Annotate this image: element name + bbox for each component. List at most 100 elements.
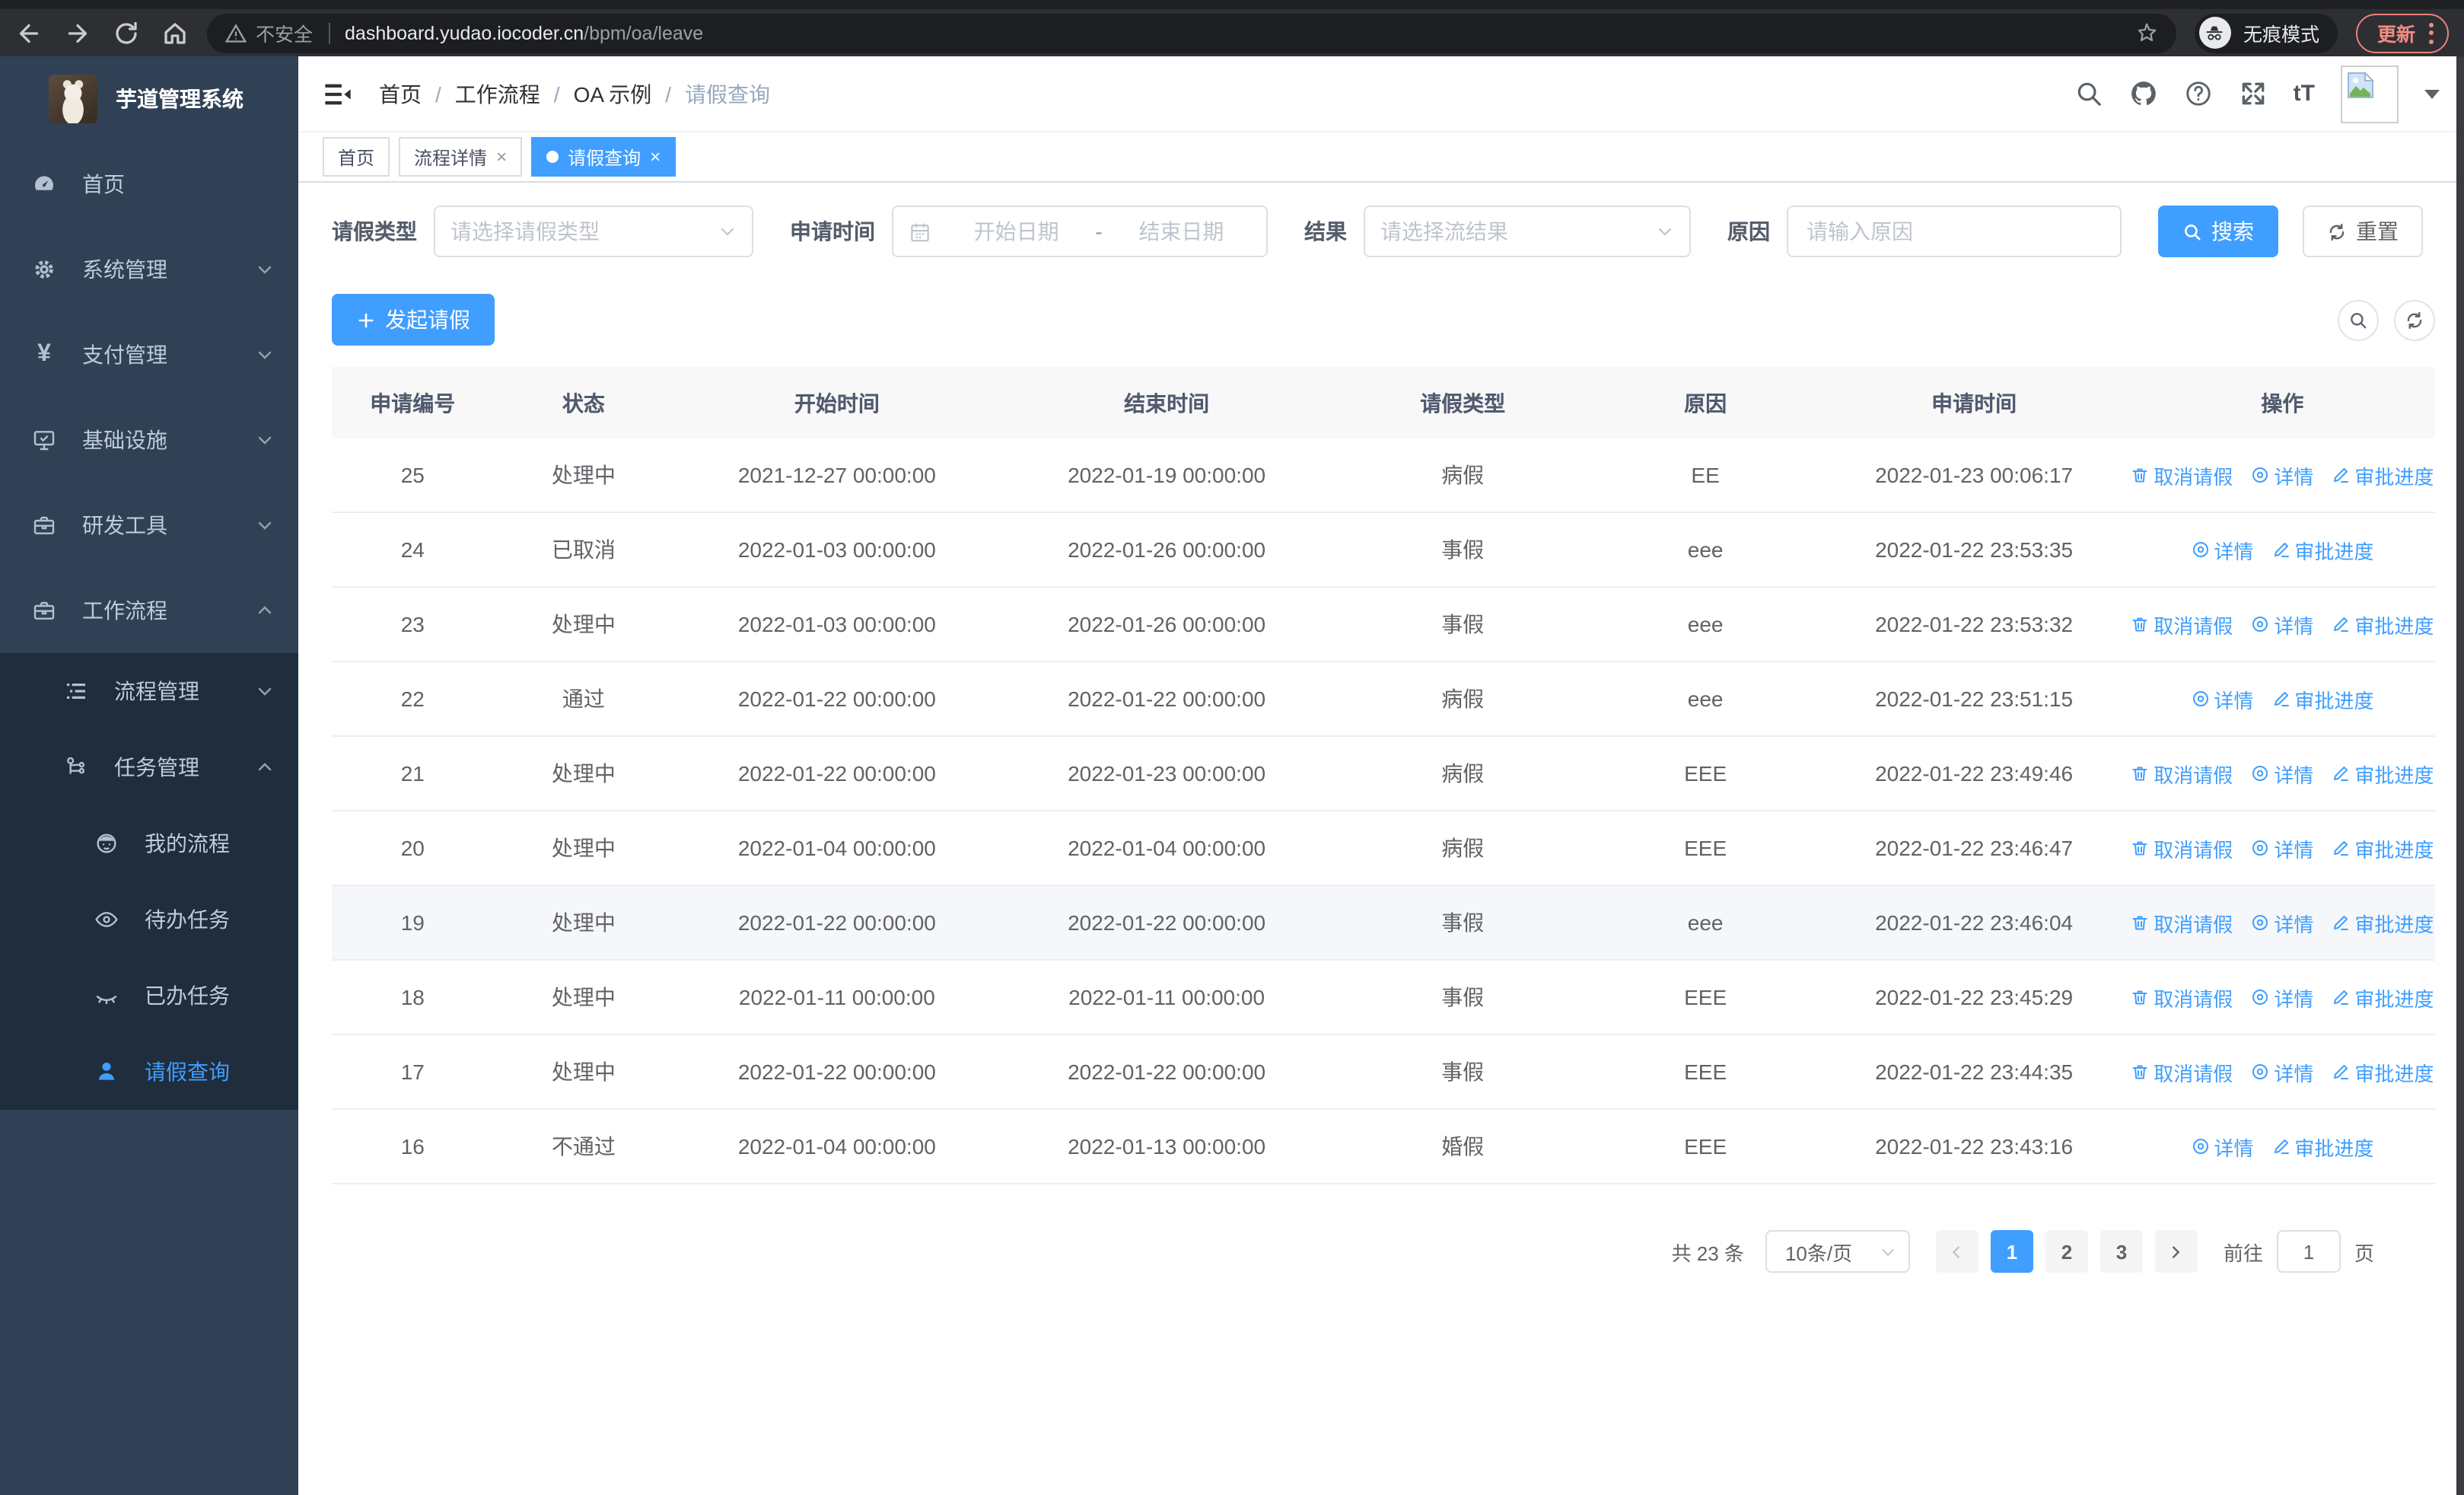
home-icon[interactable] <box>161 19 189 46</box>
github-icon[interactable] <box>2129 79 2158 108</box>
action-progress[interactable]: 审批进度 <box>2332 834 2434 862</box>
sidebar-item-workflow[interactable]: 工作流程 <box>0 568 298 653</box>
filter-form: 请假类型 请选择请假类型 申请时间 开始日期 - 结束日期 结果 请选择流结果 … <box>332 206 2435 257</box>
bookmark-star-icon[interactable] <box>2135 21 2158 44</box>
font-size-icon[interactable]: tT <box>2294 81 2315 107</box>
show-search-button[interactable] <box>2338 299 2379 340</box>
chevron-down-icon <box>721 228 734 236</box>
cell-end: 2022-01-22 00:00:00 <box>1000 885 1333 961</box>
action-detail[interactable]: 详情 <box>2191 1132 2253 1161</box>
cell-status: 处理中 <box>493 438 674 513</box>
url-bar[interactable]: 不安全 dashboard.yudao.iocoder.cn/bpm/oa/le… <box>207 13 2176 53</box>
action-detail[interactable]: 详情 <box>2251 759 2313 788</box>
pagination: 共 23 条 10条/页 1 2 3 前往 1 页 <box>332 1230 2435 1273</box>
tab-process-detail[interactable]: 流程详情 × <box>399 137 523 177</box>
avatar[interactable] <box>2341 65 2399 123</box>
action-detail[interactable]: 详情 <box>2191 535 2253 564</box>
action-progress[interactable]: 审批进度 <box>2332 610 2434 639</box>
table-row: 21 处理中 2022-01-22 00:00:00 2022-01-23 00… <box>332 736 2435 811</box>
pen-icon <box>2334 468 2349 483</box>
sidebar-item-done-tasks[interactable]: 已办任务 <box>0 958 298 1034</box>
action-detail[interactable]: 详情 <box>2191 684 2253 713</box>
refresh-table-button[interactable] <box>2394 299 2435 340</box>
sidebar-item-devtools[interactable]: 研发工具 <box>0 483 298 568</box>
cell-actions: 取消请假 详情 审批进度 <box>2129 438 2435 513</box>
incognito-icon <box>2198 17 2231 49</box>
sidebar-item-infra[interactable]: 基础设施 <box>0 397 298 483</box>
reset-button[interactable]: 重置 <box>2303 206 2423 257</box>
breadcrumb-item[interactable]: 首页 <box>379 78 422 109</box>
page-button-1[interactable]: 1 <box>1990 1230 2033 1273</box>
forward-icon[interactable] <box>64 19 91 46</box>
action-progress[interactable]: 审批进度 <box>2332 759 2434 788</box>
action-detail[interactable]: 详情 <box>2251 834 2313 862</box>
sidebar-item-my-process[interactable]: 我的流程 <box>0 805 298 881</box>
goto-page-input[interactable] <box>2276 1230 2341 1273</box>
reload-icon[interactable] <box>113 19 140 46</box>
cell-applied: 2022-01-22 23:53:32 <box>1818 587 2130 662</box>
trash-icon <box>2132 1065 2147 1079</box>
back-icon[interactable] <box>15 19 43 46</box>
close-icon[interactable]: × <box>496 148 507 166</box>
action-detail[interactable]: 详情 <box>2251 610 2313 639</box>
action-progress[interactable]: 审批进度 <box>2271 684 2373 713</box>
next-page-button[interactable] <box>2154 1230 2198 1273</box>
search-icon[interactable] <box>2074 79 2103 108</box>
page-button-3[interactable]: 3 <box>2099 1230 2143 1273</box>
search-button[interactable]: 搜索 <box>2158 206 2278 257</box>
close-icon[interactable]: × <box>650 148 661 166</box>
cell-reason: EE <box>1592 438 1819 513</box>
sidebar-item-todo-tasks[interactable]: 待办任务 <box>0 881 298 958</box>
action-detail[interactable]: 详情 <box>2251 983 2313 1012</box>
sidebar-item-system[interactable]: 系统管理 <box>0 227 298 312</box>
cell-actions: 取消请假 详情 审批进度 <box>2129 1034 2435 1110</box>
browser-update-button[interactable]: 更新 <box>2355 13 2449 53</box>
action-label: 审批进度 <box>2294 540 2374 563</box>
action-progress[interactable]: 审批进度 <box>2332 461 2434 489</box>
page-button-2[interactable]: 2 <box>2045 1230 2088 1273</box>
reason-input[interactable] <box>1787 206 2122 257</box>
result-select[interactable]: 请选择流结果 <box>1364 206 1691 257</box>
action-cancel[interactable]: 取消请假 <box>2131 1057 2233 1086</box>
action-cancel[interactable]: 取消请假 <box>2131 834 2233 862</box>
apply-time-range-picker[interactable]: 开始日期 - 结束日期 <box>892 206 1268 257</box>
action-cancel[interactable]: 取消请假 <box>2131 983 2233 1012</box>
sidebar-toggle-icon[interactable] <box>323 78 353 109</box>
action-progress[interactable]: 审批进度 <box>2271 535 2373 564</box>
page-size-select[interactable]: 10条/页 <box>1765 1230 1910 1273</box>
prev-page-button[interactable] <box>1935 1230 1979 1273</box>
app-logo-row[interactable]: 芋道管理系统 <box>0 56 298 142</box>
sidebar-item-payment[interactable]: ¥ 支付管理 <box>0 312 298 397</box>
action-cancel[interactable]: 取消请假 <box>2131 461 2233 489</box>
action-cancel[interactable]: 取消请假 <box>2131 759 2233 788</box>
sidebar-item-task-mgmt[interactable]: 任务管理 <box>0 729 298 805</box>
action-cancel[interactable]: 取消请假 <box>2131 610 2233 639</box>
create-leave-button[interactable]: 发起请假 <box>332 294 495 346</box>
breadcrumb-item[interactable]: OA 示例 <box>574 78 652 109</box>
action-progress[interactable]: 审批进度 <box>2271 1132 2373 1161</box>
action-detail[interactable]: 详情 <box>2251 908 2313 937</box>
action-progress[interactable]: 审批进度 <box>2332 1057 2434 1086</box>
sidebar-item-process-mgmt[interactable]: 流程管理 <box>0 653 298 729</box>
branch-icon <box>64 755 88 779</box>
view-icon <box>2192 1139 2208 1154</box>
tab-leave-query[interactable]: 请假查询 × <box>531 137 676 177</box>
action-progress[interactable]: 审批进度 <box>2332 908 2434 937</box>
select-placeholder: 请选择请假类型 <box>450 219 600 244</box>
incognito-label: 无痕模式 <box>2243 24 2319 46</box>
browser-menu-icon[interactable] <box>2429 22 2434 43</box>
tab-home[interactable]: 首页 <box>323 137 390 177</box>
breadcrumb: 首页 / 工作流程 / OA 示例 / 请假查询 <box>379 78 770 109</box>
sidebar-item-leave-query[interactable]: 请假查询 <box>0 1034 298 1110</box>
leave-type-select[interactable]: 请选择请假类型 <box>434 206 753 257</box>
cell-start: 2022-01-03 00:00:00 <box>673 587 1001 662</box>
avatar-dropdown-caret-icon[interactable] <box>2424 89 2440 98</box>
action-detail[interactable]: 详情 <box>2251 461 2313 489</box>
sidebar-item-home[interactable]: 首页 <box>0 142 298 227</box>
fullscreen-icon[interactable] <box>2239 79 2268 108</box>
action-cancel[interactable]: 取消请假 <box>2131 908 2233 937</box>
help-icon[interactable] <box>2184 79 2213 108</box>
action-detail[interactable]: 详情 <box>2251 1057 2313 1086</box>
action-progress[interactable]: 审批进度 <box>2332 983 2434 1012</box>
breadcrumb-item[interactable]: 工作流程 <box>455 78 540 109</box>
